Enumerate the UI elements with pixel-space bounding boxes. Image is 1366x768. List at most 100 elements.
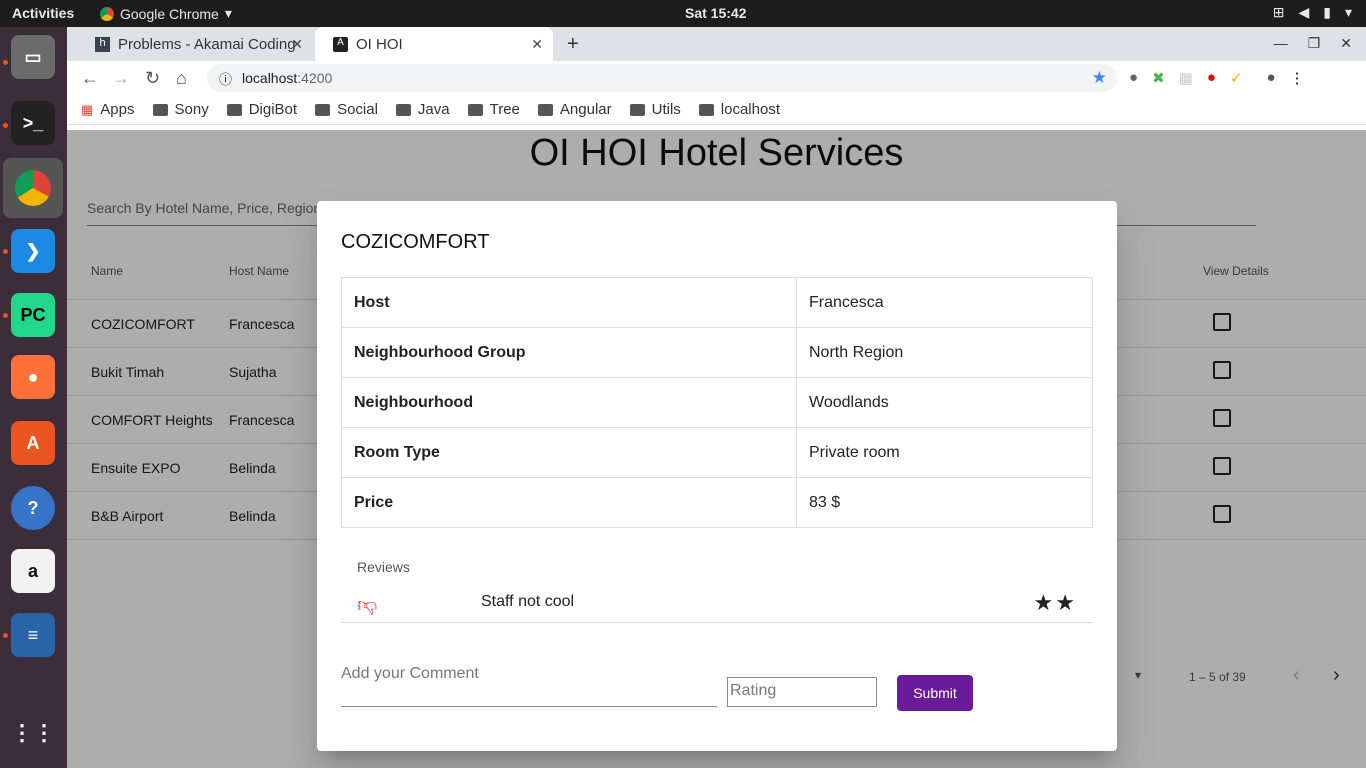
bookmark-apps[interactable]: ▦ Apps — [81, 101, 135, 118]
close-icon[interactable]: ✕ — [531, 36, 543, 53]
bookmark-folder-social[interactable]: Social — [315, 101, 378, 118]
chrome-icon — [15, 170, 51, 206]
tab-label: OI HOI — [356, 35, 403, 53]
folder-icon — [315, 103, 331, 116]
chrome-dock-icon[interactable] — [3, 158, 63, 218]
comment-placeholder: Add your Comment — [341, 665, 479, 682]
home-icon[interactable]: ⌂ — [176, 68, 187, 89]
browser-window: h Problems - Akamai Coding ✕ A OI HOI ✕ … — [67, 27, 1366, 768]
thumb-down-icon: 👎︎ — [357, 594, 378, 616]
firefox-icon[interactable]: ● — [11, 355, 55, 399]
url-port: :4200 — [297, 70, 333, 86]
comment-textarea[interactable]: Add your Comment — [341, 663, 717, 707]
extension-icon[interactable]: ● — [1129, 69, 1138, 87]
rating-placeholder: Rating — [730, 682, 777, 699]
tab-oihoi[interactable]: A OI HOI ✕ — [315, 27, 553, 61]
detail-value: Francesca — [796, 277, 1093, 328]
bookmark-label: localhost — [720, 101, 780, 118]
bookmark-folder-sony[interactable]: Sony — [152, 101, 209, 118]
folder-icon — [226, 103, 242, 116]
system-tray[interactable]: ⊞ ◀ ▮ ▾ — [1273, 4, 1352, 21]
apps-grid-icon: ▦ — [81, 101, 94, 117]
chrome-icon — [100, 6, 114, 21]
software-center-icon[interactable]: A — [11, 421, 55, 465]
files-icon[interactable]: ▭ — [11, 35, 55, 79]
dialog-title: COZICOMFORT — [341, 231, 490, 253]
submit-button[interactable]: Submit — [897, 675, 973, 711]
running-indicator — [3, 123, 8, 128]
bookmark-folder-digibot[interactable]: DigiBot — [226, 101, 298, 118]
star-rating: ★★ — [1033, 590, 1077, 615]
vscode-icon[interactable]: ❯ — [11, 229, 55, 273]
minimize-icon[interactable]: — — [1274, 35, 1288, 52]
profile-avatar[interactable]: ● — [1266, 69, 1275, 87]
details-row: Host Francesca — [341, 277, 1093, 328]
help-icon[interactable]: ? — [11, 486, 55, 530]
bookmarks-bar: ▦ Apps Sony DigiBot Social Java Tree Ang… — [67, 95, 1366, 125]
close-icon[interactable]: ✕ — [291, 36, 303, 53]
detail-value: 83 $ — [796, 477, 1093, 528]
bookmark-folder-tree[interactable]: Tree — [467, 101, 520, 118]
extensions: ● ✖ ▦ ● ✓ ● ⋮ — [1129, 69, 1305, 87]
running-indicator — [3, 60, 8, 65]
new-tab-icon[interactable]: + — [567, 33, 579, 56]
address-bar[interactable]: ⓘ localhost :4200 ★ — [207, 64, 1117, 92]
angular-icon: A — [333, 36, 348, 52]
review-text: Staff not cool — [481, 593, 575, 610]
back-icon[interactable]: ← — [81, 68, 99, 89]
info-icon: ⓘ — [219, 71, 233, 87]
clock[interactable]: Sat 15:42 — [685, 5, 746, 21]
detail-label: Room Type — [341, 427, 797, 478]
folder-icon — [698, 103, 714, 116]
details-row: Room Type Private room — [341, 427, 1093, 478]
extension-icon[interactable]: ✓ — [1230, 69, 1243, 87]
detail-value: Private room — [796, 427, 1093, 478]
battery-icon: ▮ — [1323, 4, 1331, 20]
review-item: 👎︎ Staff not cool ★★ — [341, 583, 1093, 623]
detail-label: Host — [341, 277, 797, 328]
forward-icon[interactable]: → — [112, 68, 130, 89]
maximize-icon[interactable]: ❐ — [1308, 35, 1321, 52]
writer-icon[interactable]: ≡ — [11, 613, 55, 657]
activities-button[interactable]: Activities — [12, 5, 74, 21]
details-row: Neighbourhood Woodlands — [341, 377, 1093, 428]
running-indicator — [3, 249, 8, 254]
extension-icon[interactable]: ▦ — [1179, 69, 1193, 87]
running-indicator — [3, 313, 8, 318]
reload-icon[interactable]: ↻ — [145, 68, 160, 89]
bookmark-label: Angular — [559, 101, 612, 118]
detail-label: Neighbourhood Group — [341, 327, 797, 378]
amazon-icon[interactable]: a — [11, 549, 55, 593]
rating-input[interactable]: Rating — [727, 677, 877, 707]
extension-icon[interactable]: ● — [1207, 69, 1216, 87]
show-apps-icon[interactable]: ⋮⋮ — [11, 711, 55, 755]
extension-icon[interactable]: ✖ — [1152, 69, 1165, 87]
bookmark-folder-utils[interactable]: Utils — [629, 101, 681, 118]
bookmark-folder-localhost[interactable]: localhost — [698, 101, 780, 118]
bookmark-label: Sony — [174, 101, 209, 118]
reviews-label: Reviews — [357, 559, 410, 575]
folder-icon — [629, 103, 645, 116]
folder-icon — [152, 103, 168, 116]
page-viewport: OI HOI Hotel Services Search By Hotel Na… — [67, 130, 1366, 768]
bookmark-label: Apps — [100, 101, 135, 118]
detail-value: North Region — [796, 327, 1093, 378]
app-menu[interactable]: Google Chrome ▾ — [100, 5, 232, 22]
bookmark-star-icon[interactable]: ★ — [1092, 68, 1107, 88]
app-menu-label: Google Chrome — [120, 5, 219, 22]
terminal-icon[interactable]: >_ — [11, 101, 55, 145]
bookmark-folder-angular[interactable]: Angular — [537, 101, 612, 118]
tab-problems[interactable]: h Problems - Akamai Coding ✕ — [77, 27, 313, 61]
pycharm-icon[interactable]: PC — [11, 293, 55, 337]
tab-strip: h Problems - Akamai Coding ✕ A OI HOI ✕ … — [67, 27, 1366, 61]
detail-value: Woodlands — [796, 377, 1093, 428]
bookmark-label: Social — [337, 101, 378, 118]
chevron-down-icon: ▾ — [1344, 4, 1352, 20]
bookmark-folder-java[interactable]: Java — [395, 101, 450, 118]
chevron-down-icon: ▾ — [224, 5, 232, 21]
dock: ▭ >_ ❯ PC ● A ? a ≡ ⋮⋮ — [0, 27, 67, 768]
bookmark-label: DigiBot — [248, 101, 298, 118]
menu-icon[interactable]: ⋮ — [1290, 69, 1305, 87]
close-icon[interactable]: ✕ — [1340, 35, 1352, 52]
window-controls: — ❐ ✕ — [1274, 35, 1352, 52]
